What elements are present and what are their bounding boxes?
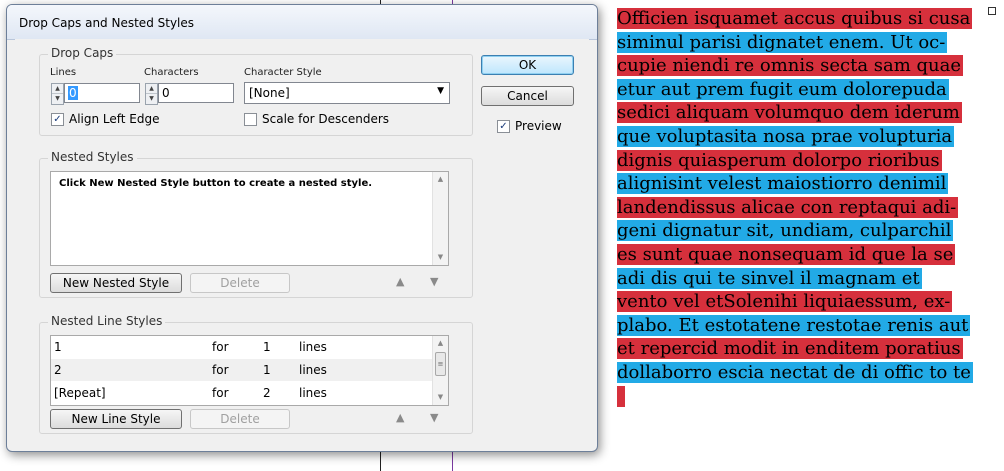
align-left-edge-label: Align Left Edge xyxy=(69,112,160,126)
text-line: landendissus alicae con reptaqui adi- xyxy=(617,196,959,218)
align-left-edge-checkbox[interactable]: ✓ Align Left Edge xyxy=(51,112,160,126)
characters-input[interactable]: 0 xyxy=(158,83,234,103)
drop-caps-group-label: Drop Caps xyxy=(48,46,117,60)
spin-down-icon[interactable]: ▼ xyxy=(146,94,157,104)
row-for-cell: for xyxy=(212,363,229,377)
move-up-icon[interactable]: ▲ xyxy=(396,275,404,288)
scroll-down-icon[interactable]: ▼ xyxy=(433,250,448,265)
nested-styles-list[interactable]: Click New Nested Style button to create … xyxy=(50,171,449,266)
nested-styles-scrollbar[interactable]: ▲ ▼ xyxy=(432,172,448,265)
row-for-cell: for xyxy=(212,386,229,400)
drop-caps-dialog: Drop Caps and Nested Styles Drop Caps Li… xyxy=(6,4,598,452)
text-line: plabo. Et estotatene restotae renis aut xyxy=(617,314,971,336)
text-line: Officien isquamet accus quibus si cusa xyxy=(617,8,973,29)
text-line: etur aut prem fugit eum dolorepuda xyxy=(617,78,949,100)
new-line-style-button[interactable]: New Line Style xyxy=(50,409,182,429)
new-nested-style-button[interactable]: New Nested Style xyxy=(50,273,182,293)
spin-down-icon[interactable]: ▼ xyxy=(52,94,63,104)
text-line: siminul parisi dignatet enem. Ut oc- xyxy=(617,31,948,53)
text-line: et repercid modit in enditem poratius xyxy=(617,338,963,360)
move-up-icon[interactable]: ▲ xyxy=(396,411,404,424)
nested-styles-group: Nested Styles Click New Nested Style but… xyxy=(39,150,473,298)
drop-caps-group: Drop Caps Lines ▲ ▼ 0 Characters ▲ ▼ 0 C… xyxy=(39,46,473,136)
nested-line-styles-group: Nested Line Styles 1 for 1 lines 2 for 1… xyxy=(39,314,473,434)
dialog-titlebar[interactable]: Drop Caps and Nested Styles xyxy=(7,5,597,40)
checkmark-icon: ✓ xyxy=(497,119,510,133)
text-line: es sunt quae nonsequam id que la se xyxy=(617,243,956,265)
checkmark-icon: ✓ xyxy=(51,112,64,126)
delete-line-style-button[interactable]: Delete xyxy=(190,409,290,429)
text-line: sedici aliquam volumquo dem iderum xyxy=(617,102,962,124)
table-row[interactable]: [Repeat] for 2 lines xyxy=(51,382,432,404)
row-style-cell: [Repeat] xyxy=(54,386,106,400)
text-line: dollaborro escia nectat de di offic to t… xyxy=(617,361,973,383)
row-style-cell: 1 xyxy=(54,340,62,354)
scroll-down-icon[interactable]: ▼ xyxy=(433,390,448,405)
row-unit-cell: lines xyxy=(299,363,327,377)
dialog-body: Drop Caps Lines ▲ ▼ 0 Characters ▲ ▼ 0 C… xyxy=(15,39,589,443)
nested-styles-group-label: Nested Styles xyxy=(48,150,137,164)
characters-label: Characters xyxy=(144,67,199,78)
row-unit-cell: lines xyxy=(299,386,327,400)
delete-nested-style-button[interactable]: Delete xyxy=(190,273,290,293)
character-style-value: [None] xyxy=(249,86,290,100)
table-row[interactable]: 1 for 1 lines xyxy=(51,336,432,358)
dropdown-arrow-icon: ▼ xyxy=(437,86,444,96)
nested-styles-hint: Click New Nested Style button to create … xyxy=(59,178,373,189)
preview-checkbox[interactable]: ✓ Preview xyxy=(497,119,562,133)
characters-spinner[interactable]: ▲ ▼ xyxy=(145,83,158,105)
spin-up-icon[interactable]: ▲ xyxy=(52,84,63,94)
frame-handle-icon[interactable] xyxy=(988,7,996,15)
text-line: alignisint velest maiostiorro denimil xyxy=(617,173,949,195)
nested-line-styles-list[interactable]: 1 for 1 lines 2 for 1 lines [Repeat] for… xyxy=(50,335,449,406)
ok-button[interactable]: OK xyxy=(481,55,574,75)
table-row[interactable]: 2 for 1 lines xyxy=(51,359,432,381)
grip-icon: ≡ xyxy=(437,360,444,368)
text-line: geni dignatur sit, undiam, culparchil xyxy=(617,220,954,242)
text-line: que voluptasita nosa prae volupturia xyxy=(617,125,955,147)
row-count-cell: 1 xyxy=(263,340,271,354)
scroll-up-icon[interactable]: ▲ xyxy=(433,336,448,351)
scroll-up-icon[interactable]: ▲ xyxy=(433,172,448,187)
row-style-cell: 2 xyxy=(54,363,62,377)
dialog-title: Drop Caps and Nested Styles xyxy=(19,16,195,30)
text-frame[interactable]: Officien isquamet accus quibus si cusa s… xyxy=(617,7,989,471)
text-line: adi dis qui te sinvel il magnam et xyxy=(617,267,922,289)
preview-label: Preview xyxy=(515,119,562,133)
row-count-cell: 2 xyxy=(263,386,271,400)
character-style-label: Character Style xyxy=(244,67,322,78)
nested-line-styles-scrollbar[interactable]: ▲ ≡ ▼ xyxy=(432,336,448,405)
spin-up-icon[interactable]: ▲ xyxy=(146,84,157,94)
move-down-icon[interactable]: ▼ xyxy=(430,411,438,424)
scale-for-descenders-checkbox[interactable]: Scale for Descenders xyxy=(244,112,389,126)
move-down-icon[interactable]: ▼ xyxy=(430,275,438,288)
text-line: dignis quiasperum dolorpo rioribus xyxy=(617,149,942,171)
character-style-select[interactable]: [None] ▼ xyxy=(244,82,450,104)
lines-input[interactable]: 0 xyxy=(64,83,140,103)
text-line: vento vel etSolenihi liquiaessum, ex- xyxy=(617,291,953,313)
lines-spinner[interactable]: ▲ ▼ xyxy=(51,83,64,105)
lines-label: Lines xyxy=(50,67,77,78)
row-count-cell: 1 xyxy=(263,363,271,377)
checkbox-empty-icon xyxy=(244,112,257,126)
cancel-button[interactable]: Cancel xyxy=(481,86,574,106)
row-for-cell: for xyxy=(212,340,229,354)
nested-line-styles-group-label: Nested Line Styles xyxy=(48,314,166,328)
scroll-thumb[interactable]: ≡ xyxy=(435,352,446,376)
scale-for-descenders-label: Scale for Descenders xyxy=(262,112,390,126)
text-line: cupie niendi re omnis secta sam quae xyxy=(617,55,964,77)
row-unit-cell: lines xyxy=(299,340,327,354)
text-line xyxy=(617,385,989,409)
